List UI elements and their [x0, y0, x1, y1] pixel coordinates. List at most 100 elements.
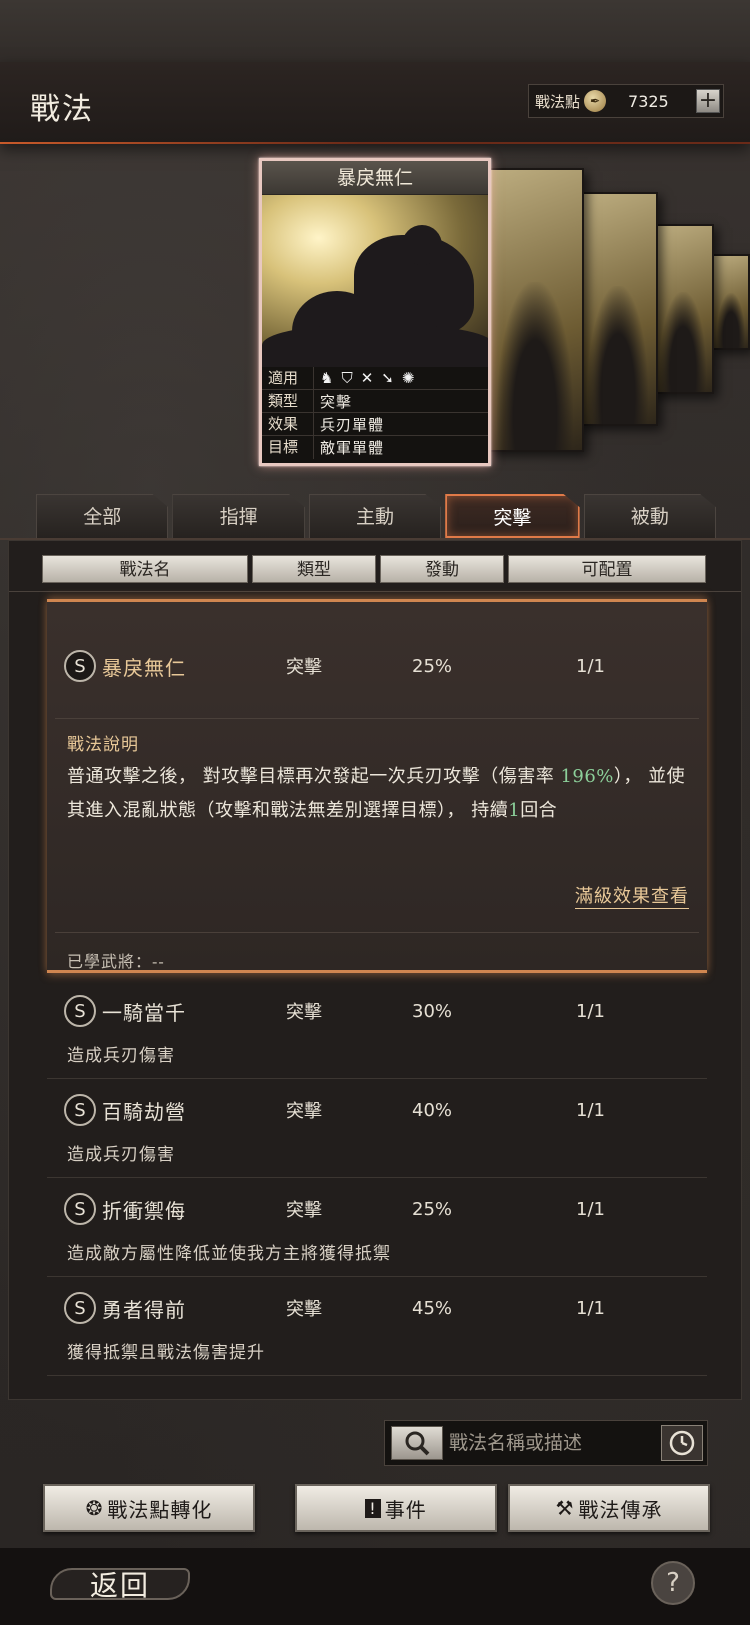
tactic-type: 突擊 [286, 657, 322, 678]
search-button[interactable] [391, 1426, 443, 1460]
column-header-rate[interactable]: 發動 [380, 555, 504, 583]
grade-badge: S [64, 650, 96, 682]
tactic-short-desc: 造成兵刃傷害 [67, 1046, 175, 1066]
shield-icon: ⛉ [341, 369, 353, 387]
cavalry-icon: ♞ [320, 369, 334, 387]
divider [55, 718, 699, 719]
convert-points-button[interactable]: ❂ 戰法點轉化 [43, 1484, 255, 1532]
list-item[interactable]: S 折衝禦侮 突擊 25% 1/1 造成敵方屬性降低並使我方主將獲得抵禦 [47, 1181, 707, 1277]
header: 戰法 戰法點 ✒ 7325 + [0, 62, 750, 144]
event-button[interactable]: ! 事件 [295, 1484, 497, 1532]
inherit-button[interactable]: ⚒ 戰法傳承 [508, 1484, 710, 1532]
history-button[interactable] [661, 1425, 703, 1461]
tactic-slots: 1/1 [576, 1000, 605, 1022]
alert-icon: ! [365, 1498, 381, 1518]
add-points-button[interactable]: + [696, 89, 720, 113]
tactic-slots: 1/1 [576, 1198, 605, 1220]
selected-tactic-row[interactable]: S 暴戾無仁 突擊 25% 1/1 戰法說明 普通攻擊之後， 對攻擊目標再次發起… [47, 599, 707, 973]
search-bar [384, 1420, 708, 1466]
tab-all[interactable]: 全部 [36, 494, 169, 538]
card-back-1[interactable] [486, 168, 584, 452]
card-stack: 暴戾無仁 適用 ♞ ⛉ ✕ ➘ ✺ 類型 突擊 效果 兵刃單體 目標 敵軍單體 [0, 150, 750, 480]
tab-passive[interactable]: 被動 [583, 494, 717, 538]
tactic-list-panel: 戰法名 類型 發動 可配置 S 暴戾無仁 突擊 25% 1/1 戰法說明 普通攻… [8, 540, 742, 1400]
row-summary: S 折衝禦侮 突擊 25% 1/1 [47, 1189, 707, 1229]
row-summary: S 一騎當千 突擊 30% 1/1 [47, 991, 707, 1031]
tab-active[interactable]: 主動 [308, 494, 442, 538]
tab-assault[interactable]: 突擊 [445, 494, 580, 538]
desc-part: 回合 [520, 800, 558, 821]
convert-points-label: 戰法點轉化 [107, 1497, 213, 1522]
list-item[interactable]: S 百騎劫營 突擊 40% 1/1 造成兵刃傷害 [47, 1082, 707, 1178]
column-header-name[interactable]: 戰法名 [42, 555, 248, 583]
flame-icon: ❂ [85, 1496, 104, 1520]
tactic-name: 暴戾無仁 [102, 655, 186, 680]
footer-bar: 返回 ? [0, 1548, 750, 1625]
inherit-label: 戰法傳承 [578, 1497, 663, 1522]
column-headers: 戰法名 類型 發動 可配置 [42, 555, 706, 583]
tactic-rate: 30% [412, 1000, 453, 1022]
learned-generals: 已學武將：-- [67, 952, 165, 971]
selected-tactic-card[interactable]: 暴戾無仁 適用 ♞ ⛉ ✕ ➘ ✺ 類型 突擊 效果 兵刃單體 目標 敵軍單體 [259, 158, 491, 466]
row-summary: S 百騎劫營 突擊 40% 1/1 [47, 1090, 707, 1130]
card-key: 類型 [262, 390, 314, 412]
damage-rate-highlight: 196% [560, 766, 614, 787]
event-label: 事件 [384, 1497, 427, 1522]
tactic-short-desc: 造成兵刃傷害 [67, 1145, 175, 1165]
tactic-type: 突擊 [286, 1101, 322, 1122]
tactic-points-label: 戰法點 [535, 92, 581, 111]
list-item[interactable]: S 一騎當千 突擊 30% 1/1 造成兵刃傷害 [47, 983, 707, 1079]
row-summary: S 勇者得前 突擊 45% 1/1 [47, 1288, 707, 1328]
help-button[interactable]: ? [651, 1561, 695, 1605]
card-back-4[interactable] [712, 254, 750, 350]
search-icon [405, 1431, 430, 1456]
card-row-target: 目標 敵軍單體 [262, 436, 488, 459]
tactic-short-desc: 獲得抵禦且戰法傷害提升 [67, 1343, 265, 1363]
desc-part: 普通攻擊之後， 對攻擊目標再次發起一次兵刃攻擊（傷害率 [67, 766, 561, 787]
unit-icons: ♞ ⛉ ✕ ➘ ✺ [314, 369, 414, 387]
tactic-slots: 1/1 [576, 655, 605, 677]
tactic-points-value: 7325 [628, 91, 669, 111]
card-key: 目標 [262, 436, 314, 459]
tactic-name: 一騎當千 [102, 1000, 186, 1025]
hammer-icon: ⚒ [555, 1496, 575, 1520]
list-item[interactable]: S 勇者得前 突擊 45% 1/1 獲得抵禦且戰法傷害提升 [47, 1280, 707, 1376]
column-header-type[interactable]: 類型 [252, 555, 376, 583]
card-value: 突擊 [320, 392, 353, 411]
card-back-3[interactable] [652, 224, 714, 394]
grade-badge: S [64, 1094, 96, 1126]
clock-icon [669, 1430, 695, 1456]
category-tabs: 全部 指揮 主動 突擊 被動 [36, 494, 717, 540]
tactic-name: 折衝禦侮 [102, 1198, 186, 1223]
tactic-name: 百騎劫營 [102, 1099, 186, 1124]
card-row-applicable: 適用 ♞ ⛉ ✕ ➘ ✺ [262, 367, 488, 390]
bow-icon: ✕ [360, 369, 374, 387]
card-value: 兵刃單體 [320, 415, 385, 434]
tactic-short-desc: 造成敵方屬性降低並使我方主將獲得抵禦 [67, 1244, 391, 1264]
tactic-rate: 25% [412, 1198, 453, 1220]
column-header-slots[interactable]: 可配置 [508, 555, 706, 583]
header-divider [9, 591, 741, 592]
card-row-type: 類型 突擊 [262, 390, 488, 413]
wheel-icon: ✺ [401, 369, 415, 387]
back-button[interactable]: 返回 [50, 1562, 190, 1606]
card-value: 敵軍單體 [320, 439, 385, 457]
card-back-2[interactable] [578, 192, 658, 426]
card-key: 效果 [262, 413, 314, 435]
description-text: 普通攻擊之後， 對攻擊目標再次發起一次兵刃攻擊（傷害率 196%）， 並使其進入… [67, 760, 687, 828]
page-title: 戰法 [30, 92, 94, 127]
tactic-rate: 40% [412, 1099, 453, 1121]
max-level-effect-link[interactable]: 滿級效果查看 [575, 882, 689, 909]
tactic-slots: 1/1 [576, 1099, 605, 1121]
divider [55, 932, 699, 933]
tactic-rate: 25% [412, 655, 453, 677]
description-title: 戰法說明 [67, 735, 139, 755]
duration-highlight: 1 [508, 800, 521, 821]
grade-badge: S [64, 1193, 96, 1225]
tab-command[interactable]: 指揮 [172, 494, 305, 538]
card-title: 暴戾無仁 [262, 161, 488, 195]
tactic-slots: 1/1 [576, 1297, 605, 1319]
tactic-rate: 45% [412, 1297, 453, 1319]
search-input[interactable] [449, 1425, 649, 1461]
tactic-type: 突擊 [286, 1299, 322, 1320]
